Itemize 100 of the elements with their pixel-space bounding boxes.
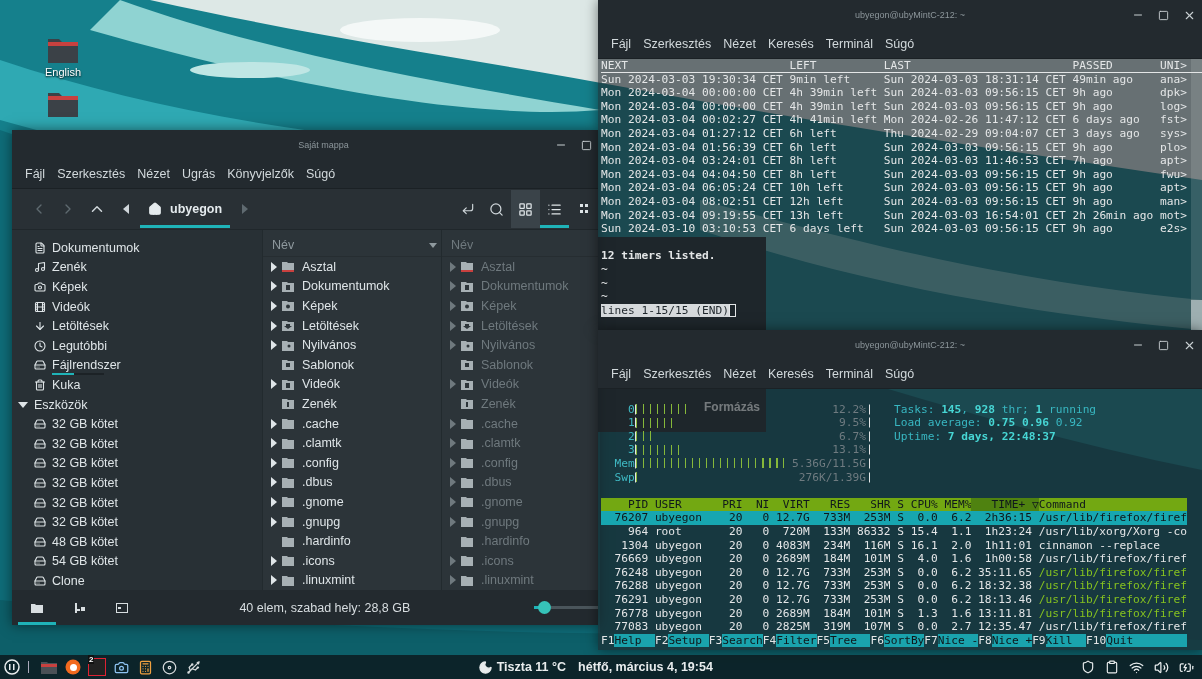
menu-item[interactable]: Fájl	[19, 167, 52, 181]
file-row[interactable]: .dbus	[263, 472, 441, 493]
table-cell-text: Sun 2024-03-03 09:56:15 CET	[883, 194, 1067, 209]
column-header[interactable]: USER	[654, 497, 716, 512]
process-row[interactable]: 964 root 20 0 720M 133M 86332 S 15.4 1.1 1h23:24 /usr/lib/xorg/Xorg -co	[601, 524, 1187, 539]
clock-text[interactable]: hétfő, március 4, 19:54	[578, 660, 713, 674]
sidebar-item[interactable]: Képek	[12, 277, 262, 297]
menu-item[interactable]: Nézet	[717, 367, 762, 381]
file-row[interactable]: .linuxmint	[263, 570, 441, 591]
file-row[interactable]: .clamtk	[263, 433, 441, 453]
table-cell-text: 9h ago	[1072, 222, 1114, 236]
file-row[interactable]: Videók	[263, 374, 441, 395]
column-header[interactable]: CPU%	[904, 497, 938, 512]
menu-item[interactable]: Szerkesztés	[637, 37, 718, 51]
window-title: Saját mappa	[297, 140, 350, 150]
file-row[interactable]: Nyilvános	[263, 335, 441, 355]
column-header[interactable]: PID	[601, 497, 649, 512]
function-key: F8	[978, 633, 992, 648]
menu-item[interactable]: Ugrás	[175, 167, 222, 181]
column-header[interactable]: NI	[742, 497, 770, 512]
table-cell: ana>	[1160, 72, 1187, 87]
icon-label: English	[44, 66, 82, 78]
menu-item[interactable]: Súgó	[879, 367, 921, 381]
function-key: F5	[816, 633, 831, 648]
table-cell: sys>	[1160, 126, 1187, 141]
column-header[interactable]: VIRT	[769, 497, 810, 512]
menu-item[interactable]: Súgó	[879, 37, 921, 51]
summary-text: 12 timers listed.	[601, 249, 716, 263]
file-row[interactable]: Asztal	[263, 257, 441, 277]
sidebar-section[interactable]: Eszközök	[12, 394, 262, 415]
sidebar-item[interactable]: 48 GB kötet	[12, 531, 262, 552]
file-row[interactable]: .hardinfo	[263, 531, 441, 551]
process-row[interactable]: 76248 ubyegon 20 0 12.7G 733M 253M S 0.0 6.2 35:11.65 /usr/lib/firefox/firef	[601, 565, 1187, 580]
taskbar-app[interactable]: 2	[85, 655, 109, 679]
column-header[interactable]: Command	[1038, 497, 1187, 512]
empty-line-marker: ~	[601, 276, 608, 291]
table-cell-text: 9h ago	[1072, 86, 1114, 100]
file-row[interactable]: .gnome	[263, 492, 441, 512]
file-row[interactable]: Sablonok	[263, 354, 441, 375]
process-row[interactable]: 76778 ubyegon 20 0 2689M 184M 101M S 1.3 1.6 13:11.81 /usr/lib/firefox/firef	[601, 606, 1187, 621]
sidebar-item[interactable]: Clone	[12, 571, 262, 591]
table-cell-text: Sun 2024-03-03 09:56:15 CET	[883, 86, 1067, 100]
sidebar-item[interactable]: 32 GB kötet	[12, 433, 262, 454]
menu-item[interactable]: Keresés	[761, 37, 820, 51]
sidebar-item[interactable]: 54 GB kötet	[12, 551, 262, 572]
sidebar-item[interactable]: 32 GB kötet	[12, 492, 262, 513]
table-cell-text: 6 days left	[789, 222, 865, 236]
sidebar-item[interactable]: Videók	[12, 296, 262, 317]
sidebar-item[interactable]: 32 GB kötet	[12, 453, 262, 474]
menu-item[interactable]: Terminál	[819, 37, 879, 51]
sidebar-item[interactable]: 32 GB kötet	[12, 512, 262, 532]
sidebar-item[interactable]: Dokumentumok	[12, 238, 262, 258]
table-cell-text: 9h ago	[1072, 99, 1114, 114]
sidebar-item[interactable]: 32 GB kötet	[12, 414, 262, 434]
file-row[interactable]: .icons	[263, 550, 441, 571]
function-key: F2	[654, 633, 669, 648]
file-row[interactable]: Letöltések	[263, 315, 441, 336]
sidebar-item[interactable]: 32 GB kötet	[12, 473, 262, 493]
table-cell-text: 10h left	[789, 181, 845, 195]
file-row[interactable]: .config	[263, 452, 441, 473]
file-row[interactable]: .cache	[263, 413, 441, 434]
menu-item[interactable]: Nézet	[131, 167, 176, 181]
menu-item[interactable]: Könyvjelzők	[221, 167, 300, 181]
column-header[interactable]: S	[890, 497, 905, 512]
table-cell: apt>	[1160, 181, 1187, 195]
meter-reading: 6.7%	[839, 429, 867, 444]
file-row[interactable]: Képek	[263, 296, 441, 316]
sidebar-item[interactable]: Kuka	[12, 375, 262, 395]
menu-item[interactable]: Fájl	[605, 367, 638, 381]
process-row[interactable]: 77083 ubyegon 20 0 2825M 319M 107M S 0.0 2.7 12:35.47 /usr/lib/firefox/firef	[601, 620, 1187, 634]
file-row[interactable]: .gnupg	[263, 511, 441, 532]
table-cell-text: 9min left	[789, 72, 852, 87]
sidebar-item[interactable]: Legutóbbi	[12, 335, 262, 356]
function-key: F1	[601, 633, 615, 648]
window-count-badge: 2	[88, 655, 95, 664]
process-row[interactable]: 76288 ubyegon 20 0 12.7G 733M 253M S 0.0 6.2 18:32.38 /usr/lib/firefox/firef	[601, 579, 1187, 593]
column-header[interactable]: RES	[809, 497, 851, 512]
file-row[interactable]: Zenék	[263, 394, 441, 414]
function-key: F6	[870, 633, 884, 648]
column-header[interactable]: MEM%	[937, 497, 972, 512]
sidebar-item[interactable]: Zenék	[12, 257, 262, 278]
process-row[interactable]: 76207 ubyegon 20 0 12.7G 733M 253M S 0.0 6.2 2h36:15 /usr/lib/firefox/firef	[601, 511, 1187, 525]
menu-item[interactable]: Súgó	[299, 167, 342, 181]
empty-line-marker: ~	[601, 262, 608, 277]
menu-item[interactable]: Terminál	[819, 367, 879, 381]
menu-item[interactable]: Szerkesztés	[637, 367, 718, 381]
menu-item[interactable]: Nézet	[717, 37, 762, 51]
process-row[interactable]: 76291 ubyegon 20 0 12.7G 733M 253M S 0.0 6.2 18:13.46 /usr/lib/firefox/firef	[601, 592, 1187, 607]
sidebar-item[interactable]: Fájlrendszer	[12, 355, 262, 376]
file-row[interactable]: Dokumentumok	[263, 276, 441, 297]
process-row[interactable]: 76669 ubyegon 20 0 2689M 184M 101M S 4.0 1.6 1h00:58 /usr/lib/firefox/firef	[601, 552, 1187, 566]
sidebar-item[interactable]: Letöltések	[12, 316, 262, 336]
menu-item[interactable]: Fájl	[605, 37, 638, 51]
menu-item[interactable]: Keresés	[761, 367, 820, 381]
meter-label: 2	[626, 429, 635, 444]
menu-item[interactable]: Szerkesztés	[51, 167, 132, 181]
process-row[interactable]: 1304 ubyegon 20 0 4083M 234M 116M S 16.1 2.0 1h11:01 cinnamon --replace	[601, 538, 1187, 553]
column-header[interactable]: SHR	[850, 497, 891, 512]
table-cell-text: Mon 2024-02-26 11:47:12 CET	[883, 113, 1067, 127]
column-header[interactable]: PRI	[715, 497, 743, 512]
